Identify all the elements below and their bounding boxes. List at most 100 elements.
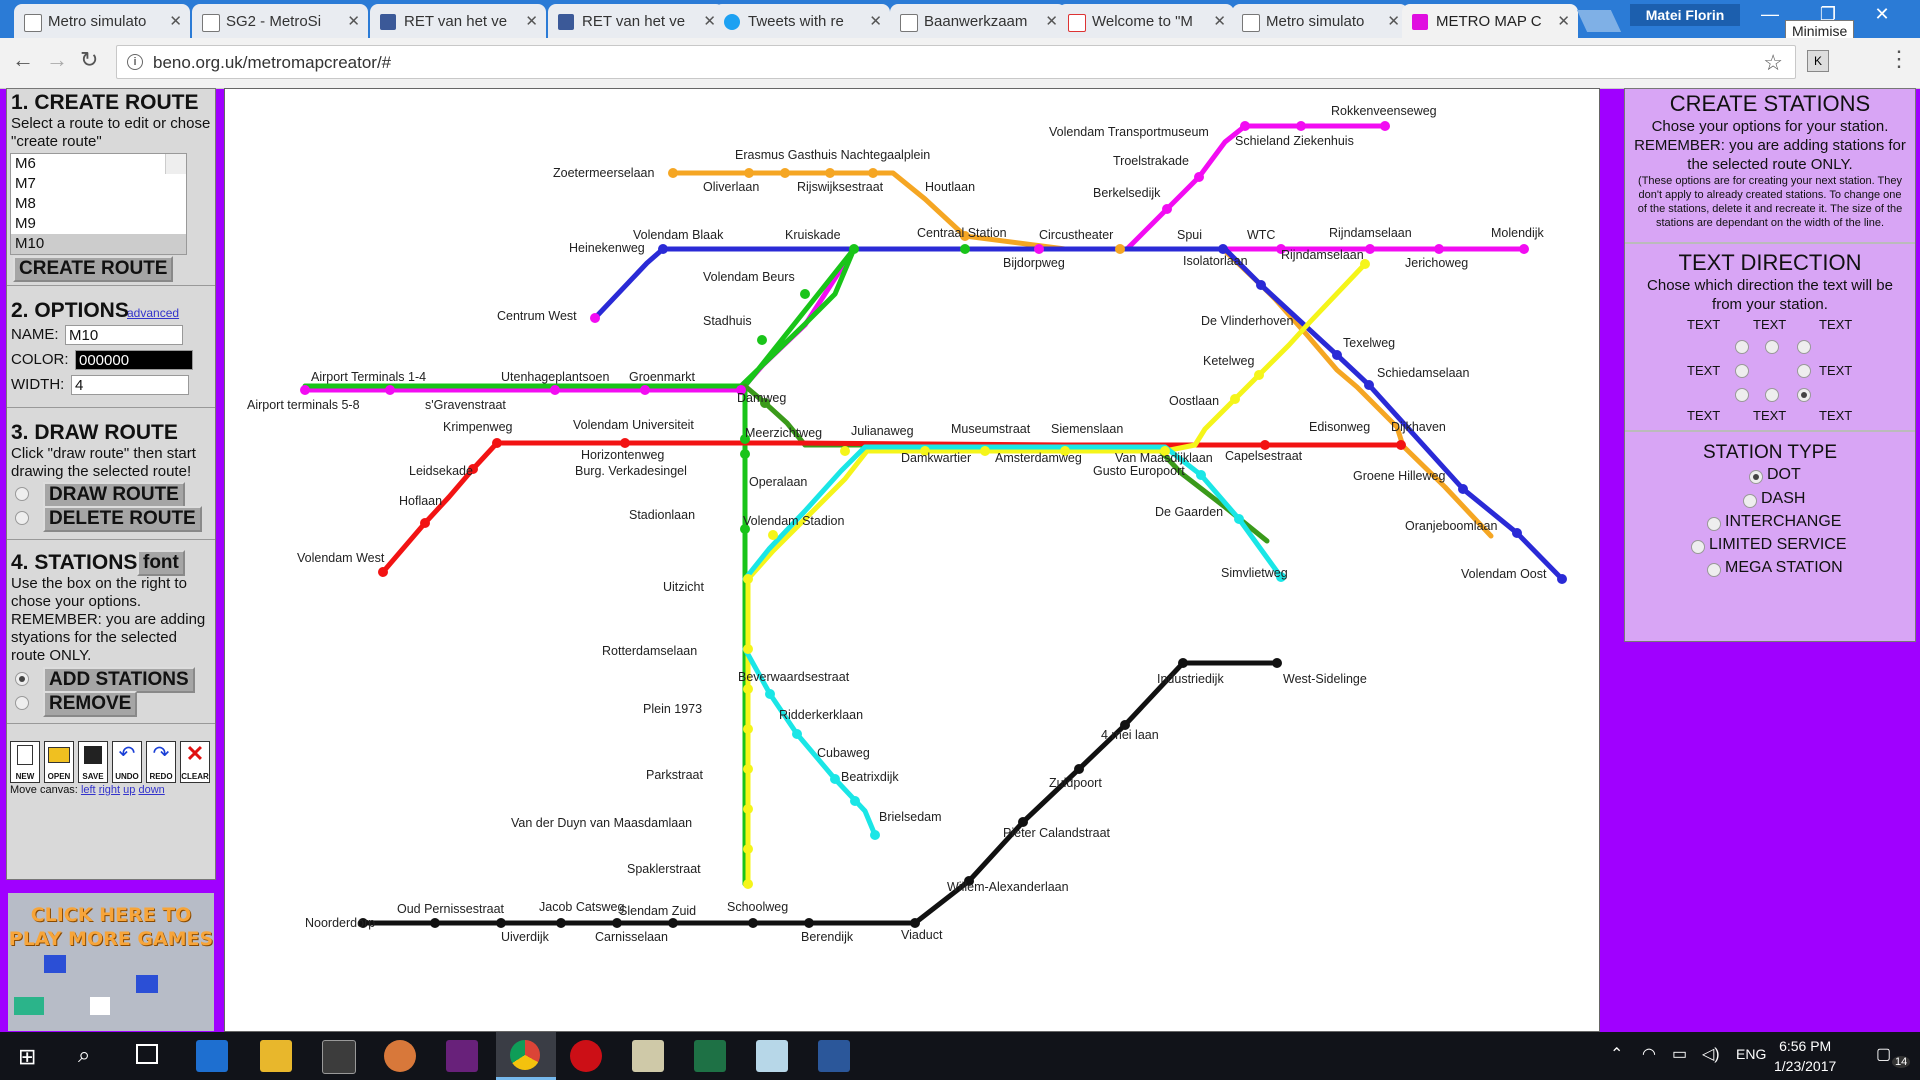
metro-map[interactable]: Rokkenveenseweg Volendam Transportmuseum… xyxy=(225,89,1599,1031)
minimise-icon[interactable]: — xyxy=(1750,4,1790,25)
station-dot[interactable] xyxy=(850,796,860,806)
station-dot[interactable] xyxy=(980,446,990,456)
paint-icon[interactable] xyxy=(384,1040,416,1072)
station-dot[interactable] xyxy=(1380,121,1390,131)
close-window-icon[interactable]: ✕ xyxy=(1862,4,1902,25)
save-button[interactable]: SAVE xyxy=(78,741,108,783)
station-dot[interactable] xyxy=(960,244,970,254)
visual-studio-icon[interactable] xyxy=(446,1040,478,1072)
map-canvas[interactable]: Rokkenveenseweg Volendam Transportmuseum… xyxy=(224,88,1600,1032)
info-icon[interactable]: i xyxy=(127,54,143,70)
battery-icon[interactable]: ▭ xyxy=(1672,1044,1687,1064)
draw-route-button[interactable]: DRAW ROUTE xyxy=(43,482,185,508)
move-left-link[interactable]: left xyxy=(81,784,96,796)
station-dot[interactable] xyxy=(1178,658,1188,668)
tab-7[interactable]: Welcome to "M ✕ xyxy=(1058,4,1234,38)
station-dot[interactable] xyxy=(743,844,753,854)
route-list-scrollbar[interactable] xyxy=(165,154,186,174)
station-dot[interactable] xyxy=(1256,280,1266,290)
word-icon[interactable] xyxy=(818,1040,850,1072)
games-ad-banner[interactable]: CLICK HERE TO PLAY MORE GAMES xyxy=(8,893,214,1031)
opera-icon[interactable] xyxy=(570,1040,602,1072)
advanced-link[interactable]: advanced xyxy=(127,306,179,320)
draw-route-radio[interactable] xyxy=(15,487,29,501)
station-dot[interactable] xyxy=(743,724,753,734)
width-field[interactable]: 4 xyxy=(71,375,189,395)
clock[interactable]: 6:56 PM 1/23/2017 xyxy=(1774,1036,1836,1076)
station-dot[interactable] xyxy=(1234,514,1244,524)
url-field[interactable]: i beno.org.uk/metromapcreator/# ☆ xyxy=(116,45,1796,79)
open-button[interactable]: OPEN xyxy=(44,741,74,783)
remove-stations-button[interactable]: REMOVE xyxy=(43,691,138,717)
route-list[interactable]: M6 M7 M8 M9 M10 xyxy=(10,153,187,255)
station-dot[interactable] xyxy=(743,684,753,694)
station-dot[interactable] xyxy=(744,168,754,178)
station-dot[interactable] xyxy=(768,530,778,540)
station-dot[interactable] xyxy=(830,774,840,784)
station-dot[interactable] xyxy=(556,918,566,928)
tab-2[interactable]: SG2 - MetroSi ✕ xyxy=(192,4,368,38)
direction-w-radio[interactable] xyxy=(1735,364,1749,378)
direction-sw-radio[interactable] xyxy=(1735,388,1749,402)
back-icon[interactable]: ← xyxy=(12,47,34,73)
station-dot[interactable] xyxy=(1230,394,1240,404)
move-right-link[interactable]: right xyxy=(99,784,120,796)
station-dot[interactable] xyxy=(1272,658,1282,668)
create-route-button[interactable]: CREATE ROUTE xyxy=(13,256,174,282)
station-dot[interactable] xyxy=(620,438,630,448)
station-dot[interactable] xyxy=(743,574,753,584)
station-dot[interactable] xyxy=(430,918,440,928)
notification-icon[interactable]: ▢ xyxy=(1876,1044,1891,1064)
tab-6[interactable]: Baanwerkzaam ✕ xyxy=(890,4,1066,38)
station-dot[interactable] xyxy=(492,438,502,448)
station-type-dot-radio[interactable] xyxy=(1749,470,1763,484)
station-dot[interactable] xyxy=(868,168,878,178)
remove-stations-radio[interactable] xyxy=(15,696,29,710)
station-dot[interactable] xyxy=(1196,470,1206,480)
font-button[interactable]: font xyxy=(137,550,185,576)
menu-icon[interactable]: ⋮ xyxy=(1888,46,1910,72)
close-icon[interactable]: ✕ xyxy=(1045,12,1058,30)
user-profile[interactable]: Matei Florin xyxy=(1630,4,1740,26)
station-dot[interactable] xyxy=(668,168,678,178)
close-icon[interactable]: ✕ xyxy=(869,12,882,30)
delete-route-button[interactable]: DELETE ROUTE xyxy=(43,506,202,532)
route-item[interactable]: M9 xyxy=(11,214,186,234)
station-dot[interactable] xyxy=(640,385,650,395)
station-dot[interactable] xyxy=(849,244,859,254)
volume-icon[interactable]: ◁) xyxy=(1702,1044,1720,1064)
station-dot[interactable] xyxy=(590,313,600,323)
color-field[interactable]: 000000 xyxy=(75,350,193,370)
tab-9-active[interactable]: METRO MAP C ✕ xyxy=(1402,4,1578,38)
direction-s-radio[interactable] xyxy=(1765,388,1779,402)
station-dot[interactable] xyxy=(748,918,758,928)
station-dot[interactable] xyxy=(800,289,810,299)
station-dot[interactable] xyxy=(1296,121,1306,131)
station-dot[interactable] xyxy=(1396,440,1406,450)
station-dot[interactable] xyxy=(1364,380,1374,390)
excel-icon[interactable] xyxy=(694,1040,726,1072)
move-up-link[interactable]: up xyxy=(123,784,135,796)
close-icon[interactable]: ✕ xyxy=(1387,12,1400,30)
station-dot[interactable] xyxy=(1434,244,1444,254)
station-dot[interactable] xyxy=(1332,350,1342,360)
edge-icon[interactable] xyxy=(196,1040,228,1072)
close-icon[interactable]: ✕ xyxy=(169,12,182,30)
tab-3[interactable]: RET van het ve ✕ xyxy=(370,4,546,38)
route-item[interactable]: M7 xyxy=(11,174,186,194)
station-dot[interactable] xyxy=(765,689,775,699)
station-dot[interactable] xyxy=(910,918,920,928)
station-dot[interactable] xyxy=(496,918,506,928)
station-dot[interactable] xyxy=(743,644,753,654)
station-dot[interactable] xyxy=(1519,244,1529,254)
station-type-dash-radio[interactable] xyxy=(1743,494,1757,508)
chevron-up-icon[interactable]: ⌃ xyxy=(1610,1044,1623,1064)
extension-icon[interactable]: K xyxy=(1807,50,1829,72)
add-stations-button[interactable]: ADD STATIONS xyxy=(43,667,195,693)
station-dot[interactable] xyxy=(743,879,753,889)
station-dot[interactable] xyxy=(1557,574,1567,584)
station-dot[interactable] xyxy=(1458,484,1468,494)
chrome-taskbar-button[interactable] xyxy=(496,1032,556,1080)
store-icon[interactable] xyxy=(322,1040,356,1074)
search-icon[interactable]: ⌕ xyxy=(78,1042,90,1068)
